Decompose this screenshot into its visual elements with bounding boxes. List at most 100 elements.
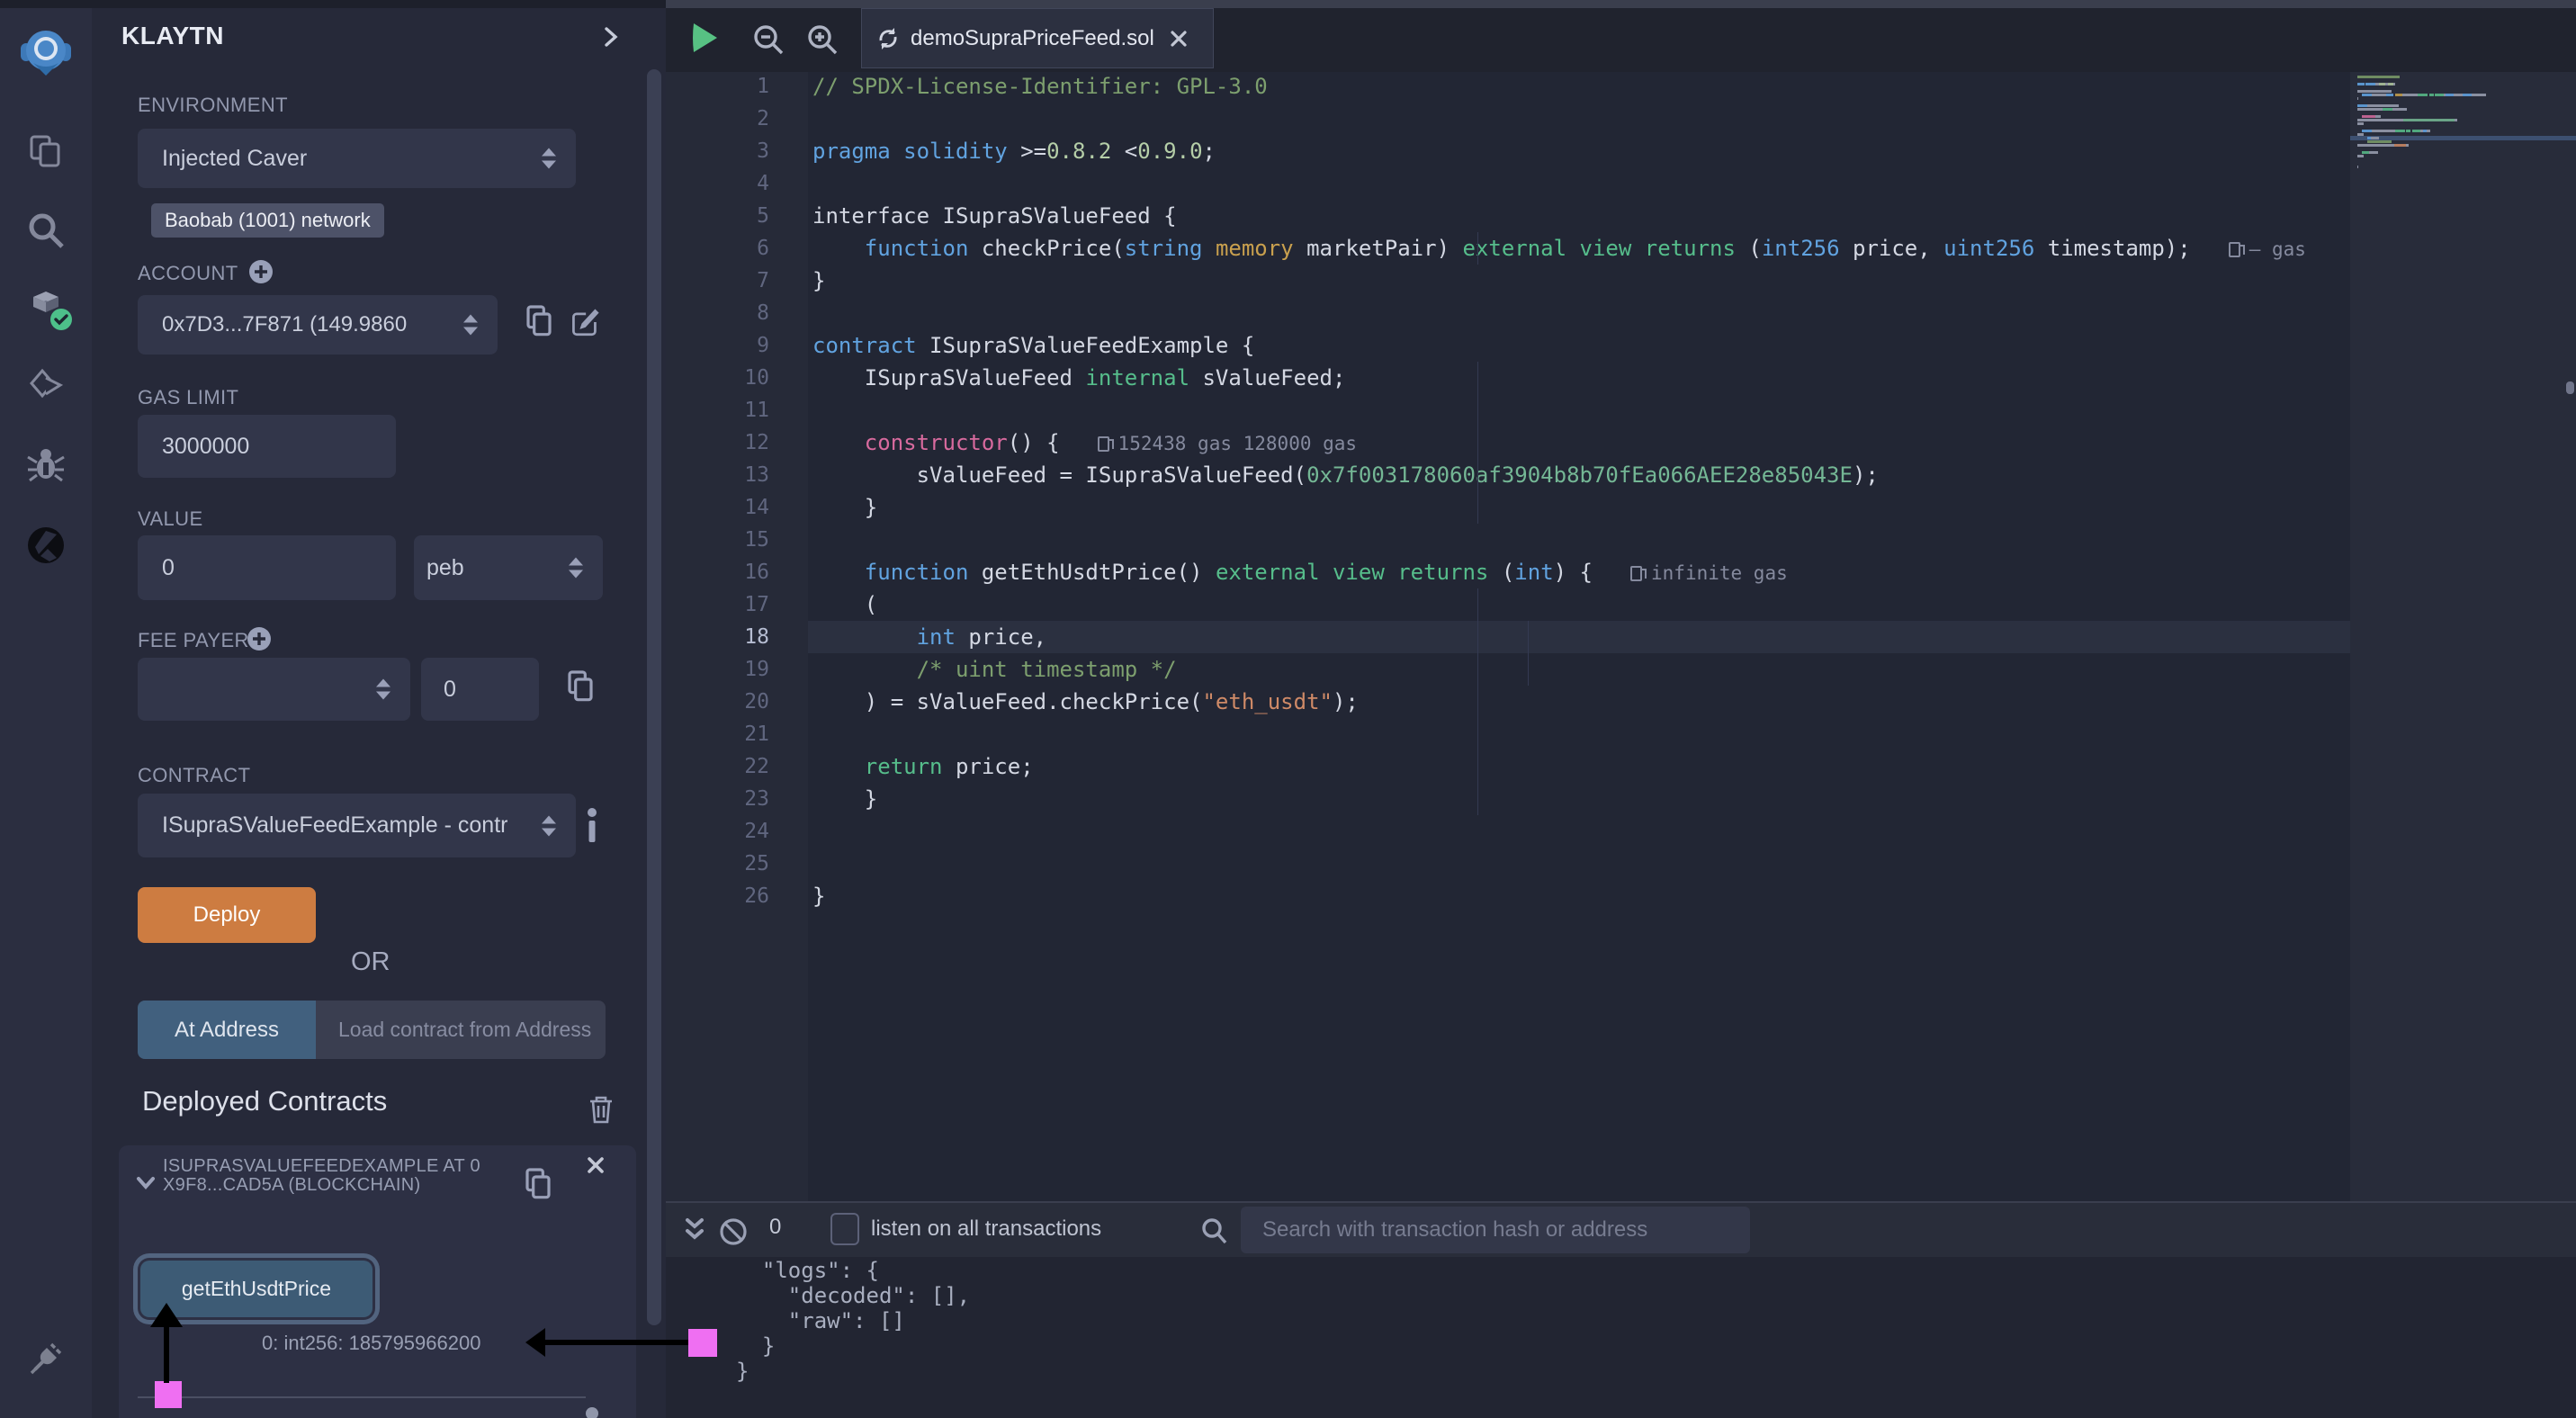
- at-address-button[interactable]: At Address: [138, 1001, 316, 1059]
- solidity-compiler-icon[interactable]: [26, 367, 66, 407]
- or-separator: OR: [351, 947, 390, 977]
- value-unit: peb: [426, 555, 464, 581]
- select-arrows-icon: [542, 815, 556, 836]
- line-number: 8: [666, 297, 769, 329]
- annotation-arrowhead-left: [525, 1328, 545, 1357]
- annotation-arrow-vertical-line: [164, 1324, 169, 1383]
- deploy-run-icon[interactable]: [24, 284, 67, 328]
- gas-annotation: – gas: [2229, 238, 2306, 260]
- gas-annotation: infinite gas: [1630, 562, 1788, 584]
- select-arrows-icon: [569, 558, 583, 579]
- check-badge-icon: [49, 308, 73, 331]
- line-number: 25: [666, 848, 769, 880]
- search-icon[interactable]: [26, 211, 66, 250]
- line-number: 19: [666, 653, 769, 686]
- gas-limit-label: GAS LIMIT: [138, 386, 238, 409]
- terminal-search-icon: [1200, 1216, 1227, 1245]
- copy-account-icon[interactable]: [525, 302, 553, 340]
- terminal-output[interactable]: "logs": { "decoded": [], "raw": [] } }: [736, 1258, 970, 1384]
- line-number: 20: [666, 686, 769, 718]
- line-number: 18: [666, 621, 769, 653]
- line-number: 9: [666, 329, 769, 362]
- line-number: 6: [666, 232, 769, 265]
- expand-contract-chevron-icon[interactable]: [135, 1172, 157, 1194]
- line-number: 24: [666, 815, 769, 848]
- account-value: 0x7D3...7F871 (149.9860: [162, 312, 407, 337]
- line-number: 17: [666, 588, 769, 621]
- editor-code[interactable]: 1// SPDX-License-Identifier: GPL-3.023pr…: [666, 0, 2350, 1201]
- line-number: 10: [666, 362, 769, 394]
- icon-rail: [0, 0, 92, 1418]
- transaction-count: 0: [769, 1215, 781, 1240]
- indent-guide: [1477, 588, 1478, 815]
- terminal-collapse-chevrons-icon[interactable]: [681, 1215, 708, 1245]
- klaytn-network-icon[interactable]: [26, 525, 66, 565]
- line-number: 22: [666, 750, 769, 783]
- gas-pump-icon: [1630, 566, 1642, 581]
- line-number: 1: [666, 70, 769, 103]
- line-number: 11: [666, 394, 769, 426]
- file-explorer-icon[interactable]: [26, 131, 66, 171]
- annotation-marker-square: [155, 1381, 182, 1408]
- code-line: }: [812, 265, 825, 297]
- deploy-run-panel: KLAYTN ENVIRONMENT Injected Caver Baobab…: [92, 0, 666, 1418]
- line-number: 3: [666, 135, 769, 167]
- contract-title-line2: X9F8...CAD5A (BLOCKCHAIN): [163, 1176, 505, 1195]
- klaytn-plugin-logo-icon[interactable]: [21, 27, 71, 77]
- gas-limit-input[interactable]: 3000000: [138, 415, 396, 478]
- clear-deployed-trash-icon[interactable]: [588, 1094, 615, 1125]
- call-result-value: 0: int256: 185795966200: [262, 1332, 480, 1355]
- add-fee-payer-icon[interactable]: [247, 626, 272, 651]
- editor-minimap[interactable]: [2350, 72, 2576, 1201]
- value-unit-select[interactable]: peb: [414, 535, 603, 600]
- contract-title-line1: ISUPRASVALUEFEEDEXAMPLE AT 0: [163, 1157, 505, 1176]
- add-account-icon[interactable]: [248, 259, 274, 284]
- annotation-marker-square: [688, 1329, 717, 1357]
- panel-title: KLAYTN: [121, 22, 224, 50]
- fee-payer-amount-input[interactable]: 0: [421, 658, 539, 721]
- editor-scrollbar-thumb[interactable]: [2566, 381, 2574, 394]
- minimap-lines: [2350, 72, 2576, 1201]
- code-line: constructor() {152438 gas 128000 gas: [812, 426, 1357, 459]
- deploy-button[interactable]: Deploy: [138, 887, 316, 943]
- plugin-manager-plug-icon[interactable]: [26, 1339, 66, 1378]
- line-number: 12: [666, 426, 769, 459]
- environment-value: Injected Caver: [162, 146, 307, 172]
- value-input[interactable]: 0: [138, 535, 396, 600]
- panel-collapse-chevron-icon[interactable]: [601, 23, 621, 50]
- line-number: 5: [666, 200, 769, 232]
- annotation-arrow-horizontal-line: [545, 1340, 688, 1345]
- environment-select[interactable]: Injected Caver: [138, 129, 576, 188]
- code-line: contract ISupraSValueFeedExample {: [812, 329, 1254, 362]
- scroll-dot: [586, 1407, 598, 1418]
- clear-console-ban-icon[interactable]: [719, 1217, 748, 1246]
- code-line: sValueFeed = ISupraSValueFeed(0x7f003178…: [812, 459, 1879, 491]
- at-address-input[interactable]: Load contract from Address: [316, 1001, 606, 1059]
- deployed-contract-card: ISUPRASVALUEFEEDEXAMPLE AT 0 X9F8...CAD5…: [119, 1145, 636, 1418]
- indent-guide: [1477, 232, 1478, 265]
- sidebar-scrollbar[interactable]: [647, 69, 661, 1325]
- gas-pump-icon: [1098, 436, 1109, 452]
- account-label: ACCOUNT: [138, 262, 238, 285]
- remove-contract-close-icon[interactable]: [585, 1154, 606, 1176]
- code-line: (: [812, 588, 877, 621]
- code-line: }: [812, 783, 877, 815]
- debugger-icon[interactable]: [26, 444, 66, 484]
- contract-select[interactable]: ISupraSValueFeedExample - contr: [138, 794, 576, 857]
- remix-ide-window: KLAYTN ENVIRONMENT Injected Caver Baobab…: [0, 0, 2576, 1418]
- contract-info-icon[interactable]: [586, 805, 598, 845]
- account-select[interactable]: 0x7D3...7F871 (149.9860: [138, 295, 498, 354]
- edit-account-icon[interactable]: [570, 306, 599, 338]
- line-number: 26: [666, 880, 769, 912]
- fee-payer-select[interactable]: [138, 658, 410, 721]
- copy-fee-payer-icon[interactable]: [566, 668, 595, 705]
- code-line: pragma solidity >=0.8.2 <0.9.0;: [812, 135, 1216, 167]
- indent-guide: [1477, 362, 1478, 524]
- copy-contract-address-icon[interactable]: [524, 1166, 552, 1202]
- listen-transactions-checkbox[interactable]: [830, 1213, 859, 1245]
- terminal-search-input[interactable]: Search with transaction hash or address: [1241, 1207, 1750, 1253]
- terminal-toolbar: 0 listen on all transactions Search with…: [666, 1201, 2576, 1257]
- deployed-contract-title[interactable]: ISUPRASVALUEFEEDEXAMPLE AT 0 X9F8...CAD5…: [163, 1157, 505, 1195]
- code-line: function getEthUsdtPrice() external view…: [812, 556, 1788, 588]
- code-line: int price,: [812, 621, 1046, 653]
